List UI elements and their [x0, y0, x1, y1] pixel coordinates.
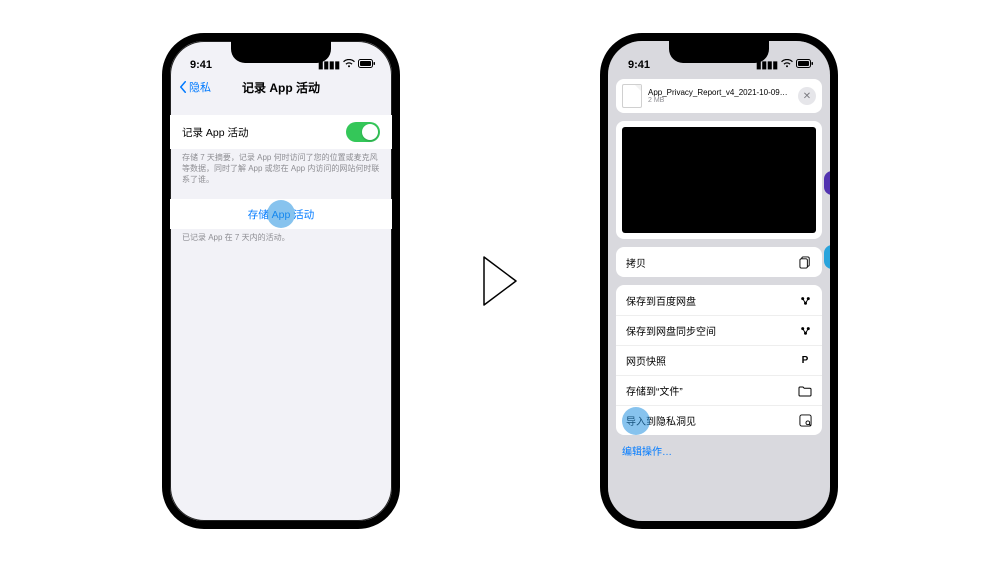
back-label: 隐私 [189, 79, 211, 95]
airdrop-peek [824, 171, 832, 269]
action-baidu-pan[interactable]: 保存到百度网盘 [616, 285, 822, 315]
action-label: 拷贝 [626, 255, 646, 270]
baidu-icon [798, 324, 812, 338]
file-name: App_Privacy_Report_v4_2021-10-09T10_08..… [648, 88, 792, 97]
save-activity-label: 存储 App 活动 [248, 207, 315, 222]
save-activity-button[interactable]: 存储 App 活动 [170, 199, 392, 229]
folder-icon [798, 384, 812, 398]
status-time: 9:41 [628, 59, 650, 71]
action-label: 保存到百度网盘 [626, 293, 696, 308]
battery-icon [358, 59, 376, 71]
action-label: 网页快照 [626, 353, 666, 368]
toggle-label: 记录 App 活动 [182, 125, 249, 140]
phone-left: 9:41 ▮▮▮▮ 隐私 记录 App 活动 记录 App 活动 [162, 33, 400, 529]
action-copy[interactable]: 拷贝 [616, 247, 822, 277]
edit-actions-link[interactable]: 编辑操作… [622, 443, 816, 458]
notch [669, 41, 769, 63]
action-label: 导入到隐私洞见 [626, 413, 696, 428]
action-save-to-files[interactable]: 存储到“文件” [616, 375, 822, 405]
baidu-icon [798, 293, 812, 307]
status-icons: ▮▮▮▮ [318, 59, 376, 71]
close-button[interactable]: ✕ [798, 87, 816, 105]
privacy-app-icon [798, 414, 812, 428]
notch [231, 41, 331, 63]
page-title: 记录 App 活动 [242, 79, 320, 96]
phone-right: 9:41 ▮▮▮▮ App_Privacy_Report_v4_2021-10-… [600, 33, 838, 529]
action-label: 保存到网盘同步空间 [626, 323, 716, 338]
status-time: 9:41 [190, 59, 212, 71]
pocket-icon: P [798, 354, 812, 368]
toggle-switch[interactable] [346, 122, 380, 142]
copy-icon [798, 255, 812, 269]
file-size: 2 MB [648, 97, 792, 104]
chevron-left-icon [178, 81, 188, 93]
toggle-note: 存储 7 天摘要，记录 App 何时访问了您的位置或麦克风等数据，同时了解 Ap… [170, 149, 392, 185]
action-label: 存储到“文件” [626, 383, 683, 398]
action-group-copy: 拷贝 [616, 247, 822, 277]
action-baidu-sync[interactable]: 保存到网盘同步空间 [616, 315, 822, 345]
contact-bubble-icon [824, 171, 832, 195]
nav-bar: 隐私 记录 App 活动 [170, 73, 392, 101]
contact-bubble-icon [824, 245, 832, 269]
action-group-apps: 保存到百度网盘 保存到网盘同步空间 网页快照 P 存储到“文件” [616, 285, 822, 435]
back-button[interactable]: 隐私 [178, 79, 211, 95]
wifi-icon [343, 59, 355, 71]
close-icon: ✕ [803, 91, 811, 102]
preview-content [622, 127, 816, 233]
battery-icon [796, 59, 814, 71]
wifi-icon [781, 59, 793, 71]
action-import-privacy[interactable]: 导入到隐私洞见 [616, 405, 822, 435]
file-preview [616, 121, 822, 239]
document-icon [622, 84, 642, 108]
edit-actions-label: 编辑操作… [622, 447, 672, 458]
save-note: 已记录 App 在 7 天内的活动。 [170, 229, 392, 244]
toggle-row[interactable]: 记录 App 活动 [170, 115, 392, 149]
share-header: App_Privacy_Report_v4_2021-10-09T10_08..… [616, 79, 822, 113]
action-web-snapshot[interactable]: 网页快照 P [616, 345, 822, 375]
status-icons: ▮▮▮▮ [756, 59, 814, 71]
